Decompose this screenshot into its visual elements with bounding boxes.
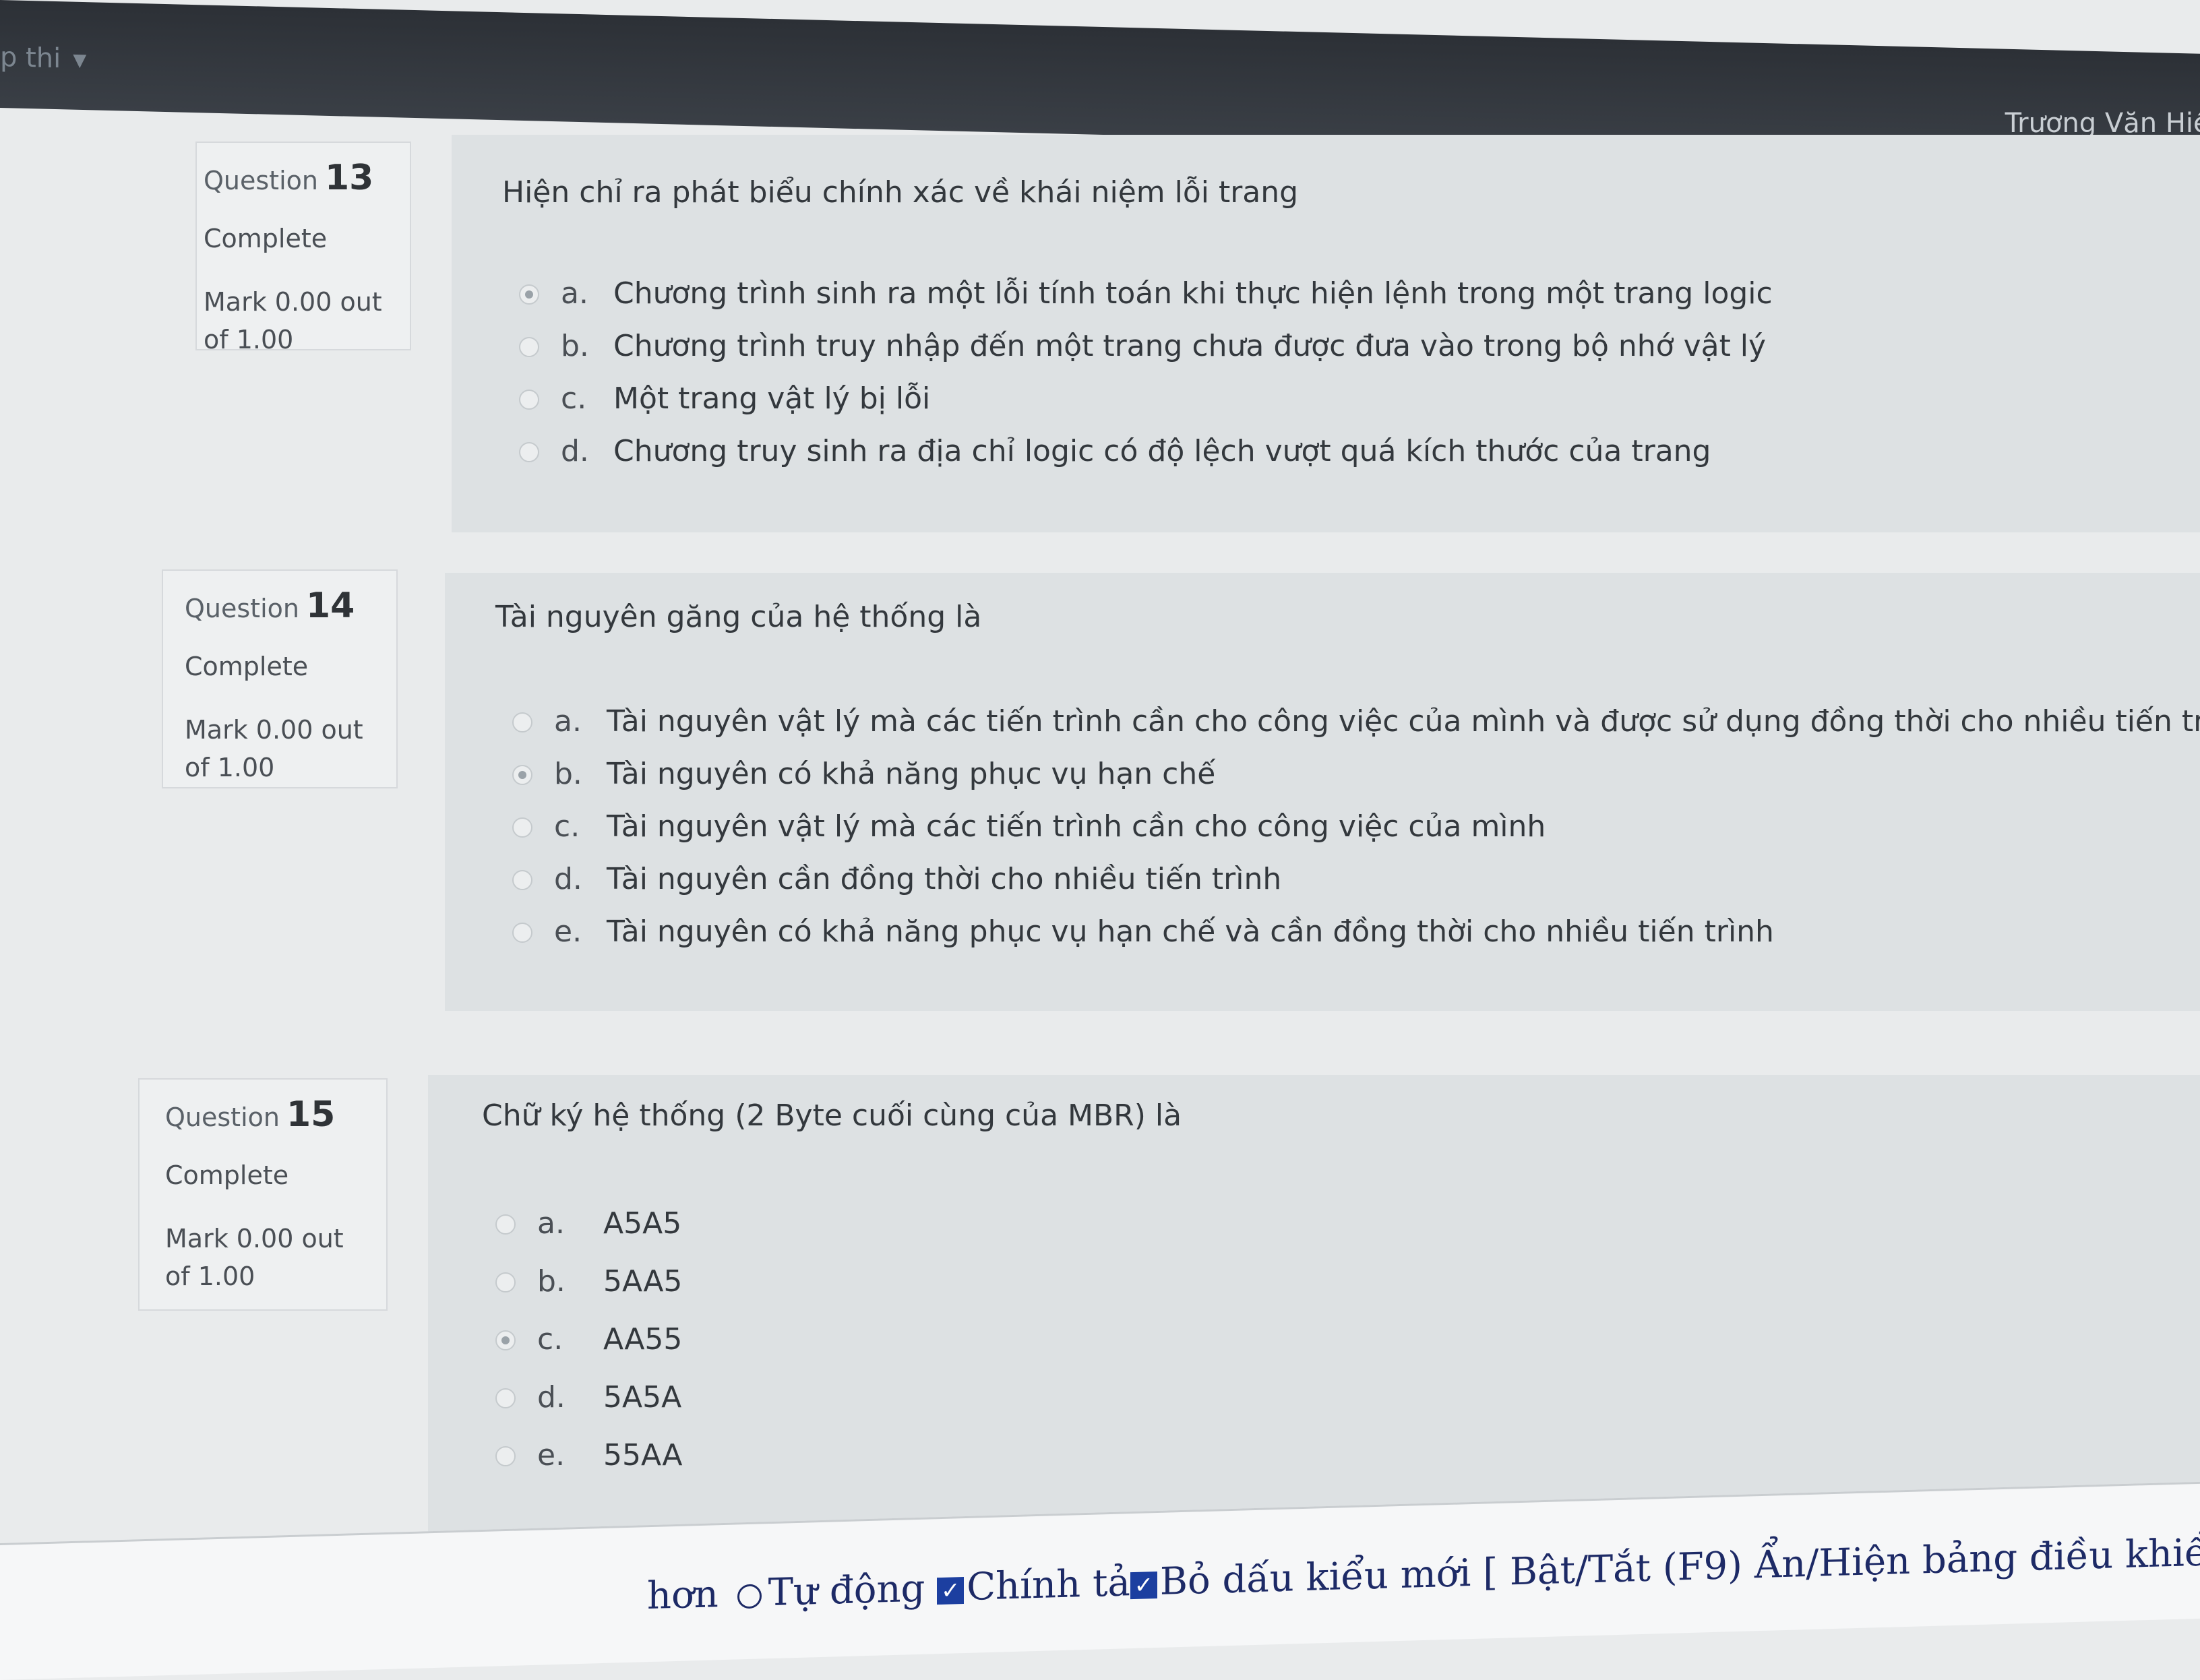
radio-button[interactable] [519, 442, 539, 462]
question-grade: Mark 0.00 out of 1.00 [165, 1224, 344, 1291]
spell-checkbox[interactable]: ✓ [937, 1576, 965, 1605]
new-style-checkbox[interactable]: ✓ [1130, 1571, 1157, 1599]
radio-button[interactable] [495, 1272, 516, 1293]
toolbar-partial-label: hơn [647, 1572, 719, 1619]
radio-button[interactable] [512, 817, 532, 838]
question-text: Hiện chỉ ra phát biểu chính xác về khái … [502, 175, 1299, 210]
radio-button[interactable] [512, 765, 532, 785]
radio-button[interactable] [512, 870, 532, 890]
radio-button[interactable] [512, 712, 532, 733]
radio-button[interactable] [519, 284, 539, 305]
radio-button[interactable] [495, 1330, 516, 1350]
radio-button[interactable] [519, 390, 539, 410]
question-state: Complete [185, 652, 309, 681]
question-number: Question 14 [185, 586, 355, 626]
panel-link[interactable]: Ẩn/Hiện bảng điều khiển (F8) ] [1754, 1527, 2200, 1588]
spell-label[interactable]: Chính tả [967, 1561, 1130, 1609]
caret-down-icon[interactable]: ▼ [73, 51, 86, 71]
toggle-link[interactable]: [ Bật/Tắt (F9) [1483, 1544, 1742, 1595]
nav-menu[interactable]: p thi ▼ [0, 42, 86, 75]
question-number: Question 15 [165, 1094, 336, 1135]
new-style-label[interactable]: Bỏ dấu kiểu mới [1160, 1551, 1471, 1604]
radio-button[interactable] [495, 1388, 516, 1408]
question-content: Chữ ký hệ thống (2 Byte cuối cùng của MB… [428, 1075, 2200, 1547]
question-grade: Mark 0.00 out of 1.00 [185, 715, 363, 782]
auto-label[interactable]: Tự động [768, 1567, 925, 1615]
question-state: Complete [204, 224, 328, 253]
question-text: Chữ ký hệ thống (2 Byte cuối cùng của MB… [482, 1098, 1182, 1133]
radio-button[interactable] [519, 337, 539, 357]
question-number: Question 13 [204, 158, 374, 198]
question-info: Question 15 Complete Mark 0.00 out of 1.0… [138, 1078, 388, 1311]
nav-menu-label[interactable]: p thi [0, 42, 61, 74]
question-content: Tài nguyên găng của hệ thống là a. Tài ng… [445, 573, 2200, 1011]
question-state: Complete [165, 1160, 289, 1190]
ime-toolbar-text: hơn Tự động ✓ Chính tả ✓ Bỏ dấu kiểu mới [ … [647, 1527, 2200, 1619]
radio-button[interactable] [512, 923, 532, 943]
question-text: Tài nguyên găng của hệ thống là [495, 600, 982, 634]
question-info: Question 13 Complete Mark 0.00 out of 1.0… [195, 142, 411, 354]
radio-button[interactable] [495, 1446, 516, 1466]
radio-button[interactable] [495, 1214, 516, 1235]
question-info: Question 14 Complete Mark 0.00 out of 1.0… [162, 569, 398, 788]
question-grade: Mark 0.00 out of 1.00 [204, 287, 382, 354]
question-content: Hiện chỉ ra phát biểu chính xác về khái … [452, 135, 2200, 532]
auto-radio[interactable] [737, 1583, 762, 1609]
